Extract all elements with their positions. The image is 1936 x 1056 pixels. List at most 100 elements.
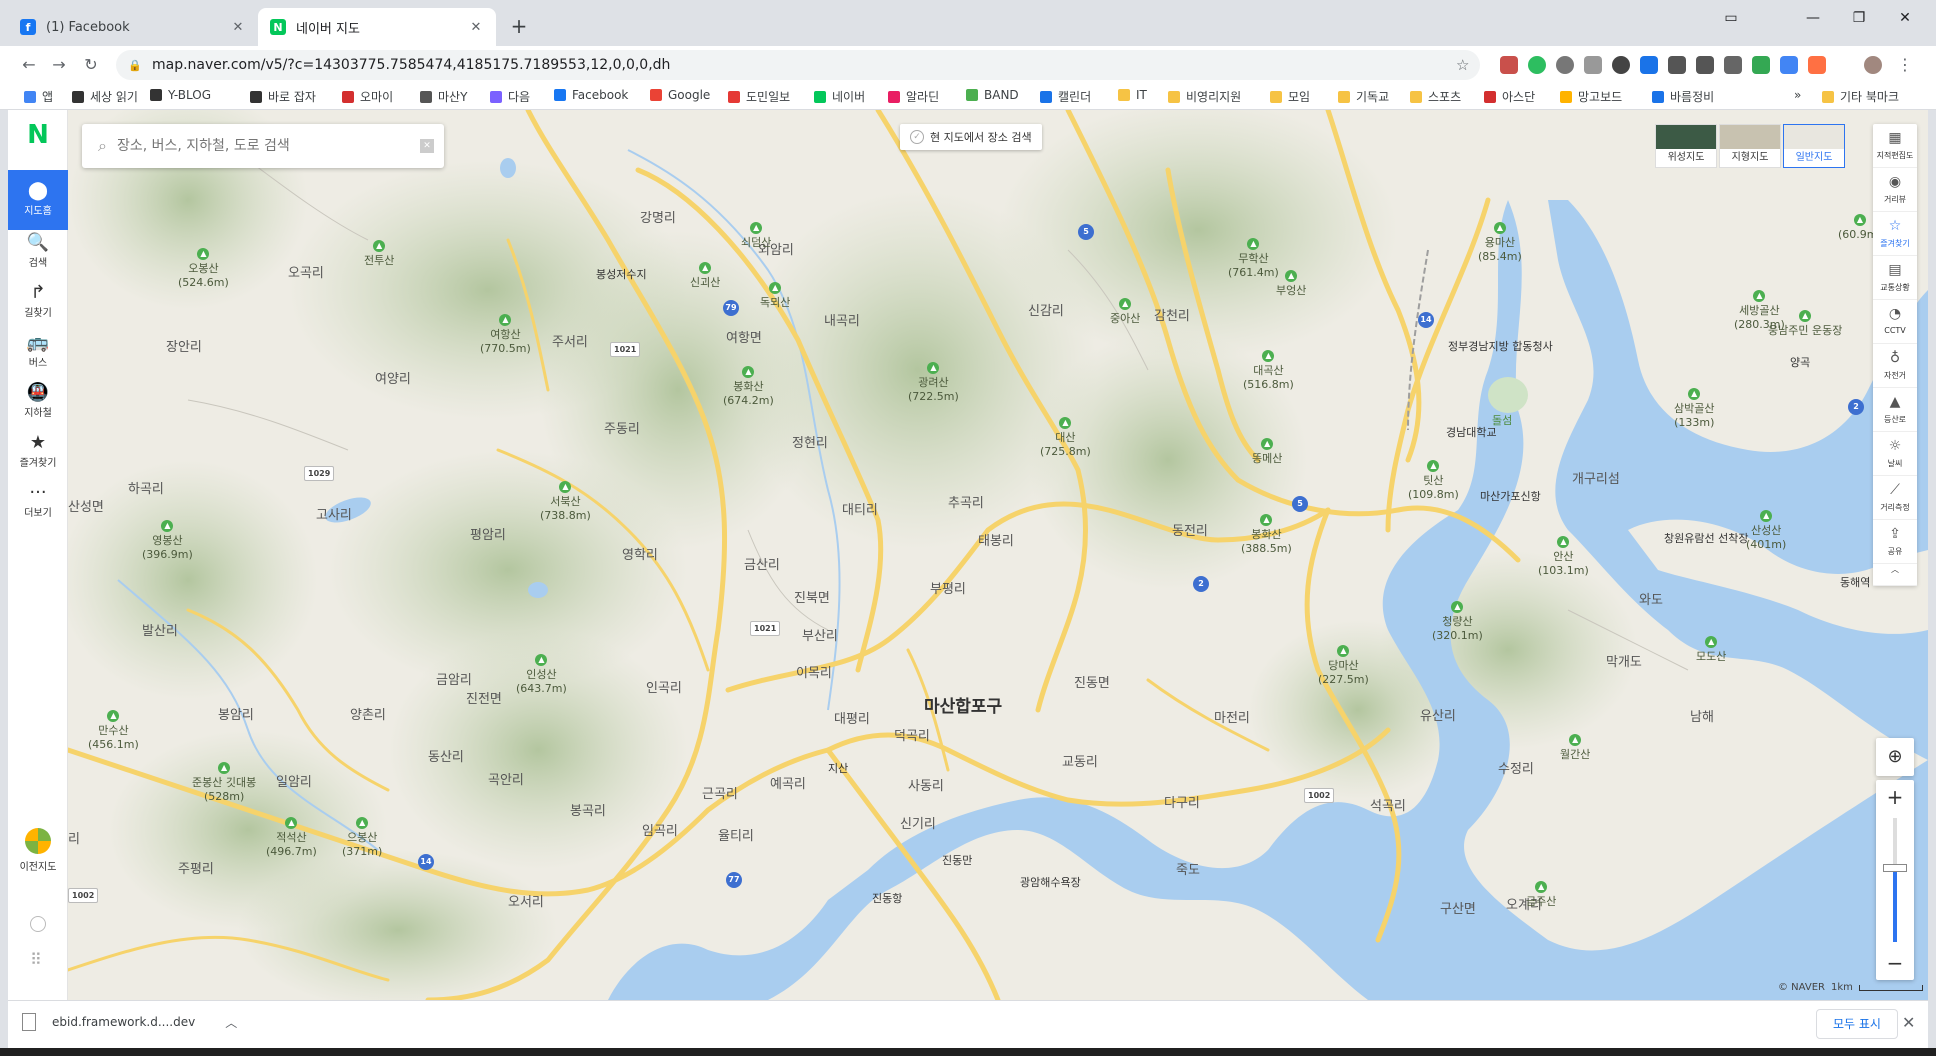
place-label[interactable]: 진북면 bbox=[794, 587, 830, 606]
place-label[interactable]: 죽도 bbox=[1176, 859, 1200, 878]
zoom-slider-handle[interactable] bbox=[1883, 863, 1907, 872]
avatar[interactable] bbox=[1864, 56, 1882, 74]
sidebar-item-more[interactable]: ··· 더보기 bbox=[8, 472, 68, 532]
chrome-menu-icon[interactable]: ⋮ bbox=[1892, 52, 1918, 78]
map-canvas[interactable]: 마산합포구 오곡리 장안리 여양리 하곡리 고사리 평암리 발산리 금암리 진전면 양촌리 동산리 곡안… bbox=[68, 110, 1928, 1000]
mountain-label[interactable]: ▲ 적석산 (496.7m) bbox=[266, 817, 317, 859]
bookmark-item[interactable]: 캘린더 bbox=[1040, 88, 1091, 105]
place-label[interactable]: 막개도 bbox=[1606, 651, 1642, 670]
mountain-label[interactable]: ▲ 산성산 (401m) bbox=[1746, 510, 1786, 552]
place-label[interactable]: 하곡리 bbox=[128, 478, 164, 497]
close-tab-icon[interactable]: ✕ bbox=[230, 20, 246, 35]
mountain-label[interactable]: ▲ 똥메산 bbox=[1252, 438, 1282, 466]
place-label[interactable]: 태봉리 bbox=[978, 530, 1014, 549]
place-label[interactable]: 신기리 bbox=[900, 813, 936, 832]
place-label[interactable]: 사동리 bbox=[908, 775, 944, 794]
place-label[interactable]: 율티리 bbox=[718, 825, 754, 844]
evernote-extension-icon[interactable] bbox=[1528, 56, 1546, 74]
show-all-downloads-button[interactable]: 모두 표시 bbox=[1816, 1009, 1898, 1039]
mountain-label[interactable]: ▲ 당마산 (227.5m) bbox=[1318, 645, 1369, 687]
mountain-label[interactable]: ▲ 웅남주민 운동장 bbox=[1768, 310, 1842, 338]
bookmark-item[interactable]: 알라딘 bbox=[888, 88, 939, 105]
close-window-button[interactable]: ✕ bbox=[1890, 10, 1920, 26]
new-extension-icon[interactable] bbox=[1640, 56, 1658, 74]
place-label[interactable]: 고사리 bbox=[316, 504, 352, 523]
chevron-up-icon[interactable]: ︿ bbox=[225, 1014, 237, 1031]
poi-label[interactable]: 진동항 bbox=[872, 890, 902, 906]
bookmark-star-icon[interactable]: ☆ bbox=[1456, 56, 1480, 74]
poi-label[interactable]: 정부경남지방 합동청사 bbox=[1448, 338, 1553, 354]
mountain-label[interactable]: ▲ 봉화산 (388.5m) bbox=[1241, 514, 1292, 556]
place-label[interactable]: 대티리 bbox=[842, 499, 878, 518]
close-tab-icon[interactable]: ✕ bbox=[468, 20, 484, 35]
place-label[interactable]: 봉암리 bbox=[218, 704, 254, 723]
place-label[interactable]: 임곡리 bbox=[642, 820, 678, 839]
forward-button[interactable]: → bbox=[46, 52, 72, 78]
tool-button[interactable]: ▤ 교통상황 bbox=[1873, 256, 1917, 300]
place-label[interactable]: 내곡리 bbox=[824, 310, 860, 329]
place-label[interactable]: 추곡리 bbox=[948, 492, 984, 511]
apps-grid-icon[interactable]: ⠿ bbox=[30, 950, 42, 969]
place-label[interactable]: 대평리 bbox=[834, 708, 870, 727]
bookmark-item[interactable]: 세상 읽기 bbox=[72, 88, 138, 105]
place-label[interactable]: 예곡리 bbox=[770, 773, 806, 792]
place-label[interactable]: 봉곡리 bbox=[570, 800, 606, 819]
tool-button[interactable]: ◔ CCTV bbox=[1873, 300, 1917, 344]
poi-label[interactable]: 지산 bbox=[828, 760, 848, 776]
place-label[interactable]: 주평리 bbox=[178, 858, 214, 877]
tool-button[interactable]: ☼ 날씨 bbox=[1873, 432, 1917, 476]
place-label[interactable]: 여양리 bbox=[375, 368, 411, 387]
mountain-label[interactable]: ▲ 대곡산 (516.8m) bbox=[1243, 350, 1294, 392]
place-label[interactable]: 영학리 bbox=[622, 544, 658, 563]
place-label[interactable]: 수정리 bbox=[1498, 758, 1534, 777]
bookmarks-overflow-button[interactable]: » bbox=[1794, 88, 1801, 102]
new-tab-button[interactable]: + bbox=[505, 12, 533, 40]
extension-icon[interactable] bbox=[1752, 56, 1770, 74]
place-label[interactable]: 동전리 bbox=[1172, 520, 1208, 539]
bookmark-item[interactable]: 도민일보 bbox=[728, 88, 790, 105]
poi-label[interactable]: 진동만 bbox=[942, 852, 972, 868]
address-bar[interactable]: 🔒 map.naver.com/v5/?c=14303775.7585474,4… bbox=[116, 50, 1480, 80]
poi-label[interactable]: 창원유람선 선착장 bbox=[1664, 530, 1748, 546]
tool-button[interactable]: ◉ 거리뷰 bbox=[1873, 168, 1917, 212]
mountain-label[interactable]: ▲ 금주산 bbox=[1526, 881, 1556, 909]
pdf-extension-icon[interactable] bbox=[1500, 56, 1518, 74]
bookmark-item[interactable]: 스포츠 bbox=[1410, 88, 1461, 105]
download-item[interactable]: ebid.framework.d....dev ︿ bbox=[22, 1013, 237, 1031]
bookmark-item[interactable]: 다음 bbox=[490, 88, 530, 105]
mountain-label[interactable]: ▲ 독뫼산 bbox=[760, 282, 790, 310]
place-label[interactable]: 덕곡리 bbox=[894, 725, 930, 744]
close-downloads-icon[interactable]: ✕ bbox=[1902, 1013, 1915, 1032]
bookmark-item[interactable]: IT bbox=[1118, 88, 1147, 102]
place-label[interactable]: 신감리 bbox=[1028, 300, 1064, 319]
clear-search-icon[interactable]: ✕ bbox=[420, 139, 434, 153]
profile-menu-icon[interactable]: ▭ bbox=[1716, 10, 1746, 26]
legacy-map-button[interactable]: 이전지도 bbox=[8, 828, 68, 873]
place-label[interactable]: 발산리 bbox=[142, 620, 178, 639]
place-label[interactable]: 부산리 bbox=[802, 625, 838, 644]
place-label[interactable]: 구산면 bbox=[1440, 898, 1476, 917]
mountain-label[interactable]: ▲ 광려산 (722.5m) bbox=[908, 362, 959, 404]
place-label[interactable]: 오곡리 bbox=[288, 262, 324, 281]
extension-icon[interactable] bbox=[1808, 56, 1826, 74]
my-location-button[interactable]: ⊕ bbox=[1876, 738, 1914, 776]
bookmark-item[interactable]: 모임 bbox=[1270, 88, 1310, 105]
place-label[interactable]: 와도 bbox=[1639, 589, 1663, 608]
mountain-label[interactable]: ▲ 용마산 (85.4m) bbox=[1478, 222, 1522, 264]
mountain-label[interactable]: ▲ 청량산 (320.1m) bbox=[1432, 601, 1483, 643]
place-label[interactable]: 남해 bbox=[1690, 706, 1714, 725]
tool-button[interactable]: ▲ 등산로 bbox=[1873, 388, 1917, 432]
user-icon[interactable] bbox=[30, 916, 46, 932]
restore-button[interactable]: ❐ bbox=[1844, 10, 1874, 26]
bookmark-item[interactable]: Facebook bbox=[554, 88, 628, 102]
poi-label[interactable]: 경남대학교 bbox=[1446, 424, 1497, 440]
place-label[interactable]: 정현리 bbox=[792, 432, 828, 451]
tool-button[interactable]: ▦ 지적편집도 bbox=[1873, 124, 1917, 168]
place-label[interactable]: 진전면 bbox=[466, 688, 502, 707]
place-label[interactable]: 동산리 bbox=[428, 746, 464, 765]
poi-label[interactable]: 봉성저수지 bbox=[596, 266, 647, 282]
tool-button[interactable]: ⟋ 거리측정 bbox=[1873, 476, 1917, 520]
dropbox-extension-icon[interactable] bbox=[1584, 56, 1602, 74]
mountain-label[interactable]: ▲ 전투산 bbox=[364, 240, 394, 268]
poi-label[interactable]: 양곡 bbox=[1790, 354, 1810, 370]
